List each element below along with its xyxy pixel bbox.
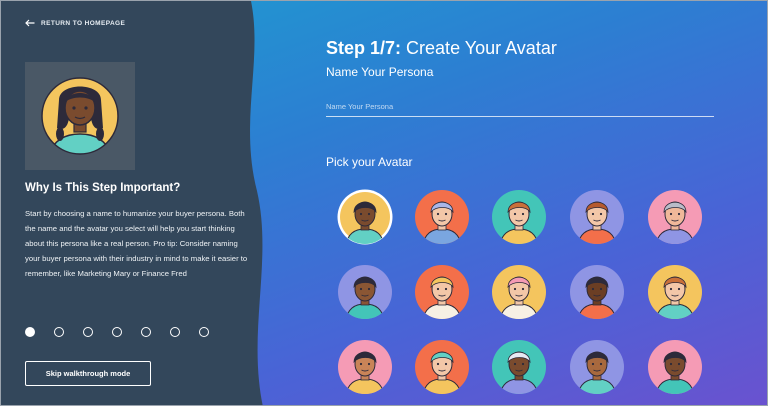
avatar-illustration bbox=[415, 190, 469, 244]
step-dot[interactable] bbox=[170, 327, 180, 337]
avatar-option[interactable] bbox=[647, 189, 703, 245]
persona-name-label: Name Your Persona bbox=[326, 65, 434, 79]
avatar-option[interactable] bbox=[337, 264, 393, 320]
why-important-text: Start by choosing a name to humanize you… bbox=[25, 209, 248, 278]
skip-walkthrough-button[interactable]: Skip walkthrough mode bbox=[25, 361, 151, 386]
avatar-option[interactable] bbox=[337, 189, 393, 245]
avatar-illustration bbox=[648, 265, 702, 319]
avatar-illustration bbox=[570, 340, 624, 394]
why-important-heading: Why Is This Step Important? bbox=[25, 182, 181, 194]
step-dot[interactable] bbox=[83, 327, 93, 337]
step-dot[interactable] bbox=[112, 327, 122, 337]
avatar-option[interactable] bbox=[491, 189, 547, 245]
avatar-option[interactable] bbox=[414, 189, 470, 245]
persona-name-input[interactable] bbox=[326, 97, 714, 117]
avatar-illustration bbox=[492, 190, 546, 244]
arrow-left-icon bbox=[25, 19, 35, 27]
avatar-illustration bbox=[337, 189, 393, 245]
avatar-option[interactable] bbox=[569, 189, 625, 245]
avatar-illustration bbox=[648, 340, 702, 394]
pick-avatar-label: Pick your Avatar bbox=[326, 155, 413, 169]
avatar-option[interactable] bbox=[337, 339, 393, 395]
avatar-illustration bbox=[415, 265, 469, 319]
avatar-option[interactable] bbox=[647, 264, 703, 320]
avatar-illustration bbox=[570, 265, 624, 319]
app-frame: RETURN TO HOMEPAGE Why Is This Step Impo… bbox=[0, 0, 768, 406]
avatar-illustration bbox=[492, 265, 546, 319]
avatar-illustration bbox=[570, 190, 624, 244]
sidebar: RETURN TO HOMEPAGE Why Is This Step Impo… bbox=[1, 1, 261, 405]
return-to-homepage-link[interactable]: RETURN TO HOMEPAGE bbox=[25, 19, 125, 27]
step-dot[interactable] bbox=[199, 327, 209, 337]
avatar-illustration bbox=[338, 340, 392, 394]
avatar-illustration bbox=[648, 190, 702, 244]
avatar-option[interactable] bbox=[647, 339, 703, 395]
step-heading: Step 1/7: Create Your Avatar bbox=[326, 38, 557, 59]
avatar-option[interactable] bbox=[569, 264, 625, 320]
step-title: Create Your Avatar bbox=[406, 38, 557, 58]
step-dot[interactable] bbox=[141, 327, 151, 337]
avatar-illustration bbox=[492, 340, 546, 394]
selected-avatar-preview bbox=[25, 62, 135, 170]
avatar-option[interactable] bbox=[569, 339, 625, 395]
avatar-option[interactable] bbox=[414, 264, 470, 320]
step-counter: Step 1/7: bbox=[326, 38, 402, 58]
avatar-illustration bbox=[338, 265, 392, 319]
avatar-option[interactable] bbox=[414, 339, 470, 395]
avatar-illustration bbox=[415, 340, 469, 394]
avatar-option[interactable] bbox=[491, 264, 547, 320]
step-dot[interactable] bbox=[25, 327, 35, 337]
return-to-homepage-label: RETURN TO HOMEPAGE bbox=[41, 19, 126, 27]
step-dot[interactable] bbox=[54, 327, 64, 337]
selected-avatar-illustration bbox=[41, 77, 119, 155]
step-progress-dots bbox=[25, 327, 209, 337]
avatar-option[interactable] bbox=[491, 339, 547, 395]
